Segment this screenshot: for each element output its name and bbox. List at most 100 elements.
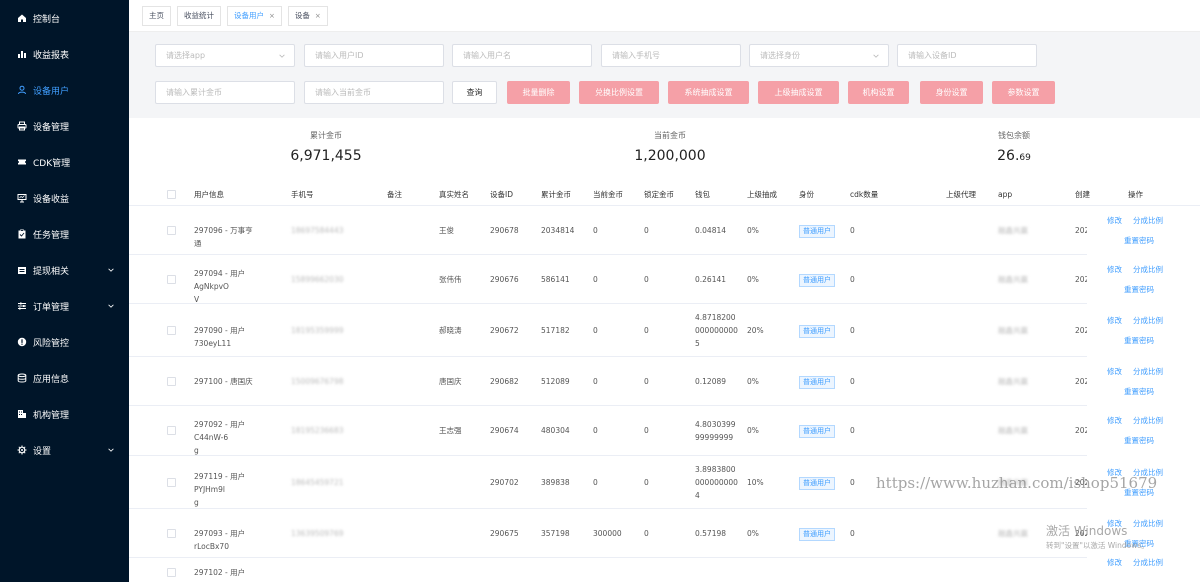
user-info: 297096 - 万事亨通 [194, 224, 256, 250]
home-icon [16, 12, 28, 24]
commission-ratio-link[interactable]: 分成比例 [1133, 214, 1163, 227]
row-actions: 修改 分成比例重置密码 [1087, 456, 1200, 509]
commission-ratio-link[interactable]: 分成比例 [1133, 517, 1163, 530]
action-button-3[interactable]: 上级抽成设置 [758, 81, 839, 104]
total-coins-input[interactable]: 请输入累计金币 [155, 81, 295, 104]
sidebar-item-label: 风险管控 [33, 338, 70, 349]
action-button-2[interactable]: 系统抽成设置 [668, 81, 749, 104]
commission-ratio-link[interactable]: 分成比例 [1133, 556, 1163, 569]
identity-cell: 普通用户 [799, 375, 835, 389]
sidebar-item-0[interactable]: 控制台 [0, 0, 129, 36]
real-name-cell: 唐国庆 [439, 376, 462, 386]
cdk-count-cell: 0 [850, 528, 855, 538]
commission-ratio-link[interactable]: 分成比例 [1133, 365, 1163, 378]
sidebar-item-10[interactable]: 应用信息 [0, 360, 129, 396]
action-button-0[interactable]: 批量删除 [507, 81, 570, 104]
sidebar-item-2[interactable]: 设备用户 [0, 72, 129, 108]
sidebar-item-4[interactable]: CDK管理 [0, 144, 129, 180]
sidebar-item-label: 收益报表 [33, 50, 70, 61]
phone-input[interactable]: 请输入手机号 [601, 44, 741, 67]
username-input[interactable]: 请输入用户名 [452, 44, 592, 67]
wallet-line: 5 [695, 339, 700, 348]
row-checkbox[interactable] [167, 225, 176, 235]
wallet-balance-dec: 69 [1019, 153, 1031, 163]
action-button-5[interactable]: 身份设置 [920, 81, 983, 104]
current-coins-cell: 0 [593, 325, 598, 335]
main-content: 主页 收益统计 设备用户 × 设备 × 请选择app 请输入用户ID 请输入用户名 请输入… [129, 0, 1200, 582]
edit-link[interactable]: 修改 [1107, 263, 1122, 276]
column-header: 上级抽成 [747, 190, 777, 199]
sidebar-item-3[interactable]: 设备管理 [0, 108, 129, 144]
close-icon[interactable]: × [269, 12, 275, 20]
sidebar-item-8[interactable]: 订单管理 [0, 288, 129, 324]
action-button-4[interactable]: 机构设置 [848, 81, 909, 104]
select-all-checkbox[interactable] [167, 190, 176, 199]
query-button[interactable]: 查询 [452, 81, 497, 104]
reset-password-link[interactable]: 重置密码 [1124, 486, 1154, 499]
cdk-count-cell: 0 [850, 376, 855, 386]
device-id-cell: 290682 [490, 376, 519, 386]
column-header: 设备ID [490, 190, 513, 199]
reset-password-link[interactable]: 重置密码 [1124, 334, 1154, 347]
identity-badge: 普通用户 [799, 476, 835, 490]
row-checkbox[interactable] [167, 568, 176, 577]
user-id-input[interactable]: 请输入用户ID [304, 44, 444, 67]
sidebar-item-7[interactable]: 提现相关 [0, 252, 129, 288]
edit-link[interactable]: 修改 [1107, 556, 1122, 569]
column-header: 当前金币 [593, 190, 623, 199]
commission-ratio-link[interactable]: 分成比例 [1133, 466, 1163, 479]
sidebar-item-1[interactable]: 收益报表 [0, 36, 129, 72]
edit-link[interactable]: 修改 [1107, 214, 1122, 227]
sidebar: 控制台收益报表设备用户 设备管理 CDK管理 设备收益 任务管理提现相关订单管理风险管控… [0, 0, 129, 582]
commission-ratio-link[interactable]: 分成比例 [1133, 263, 1163, 276]
phone-cell: 18195236683 [291, 426, 344, 435]
phone-placeholder: 请输入手机号 [612, 51, 660, 60]
row-checkbox[interactable] [167, 325, 176, 335]
action-button-6[interactable]: 参数设置 [992, 81, 1055, 104]
app-select[interactable]: 请选择app [155, 44, 295, 67]
edit-link[interactable]: 修改 [1107, 414, 1122, 427]
row-checkbox[interactable] [167, 528, 176, 538]
sidebar-item-11[interactable]: 机构管理 [0, 396, 129, 432]
sidebar-item-9[interactable]: 风险管控 [0, 324, 129, 360]
tab-3[interactable]: 设备 × [287, 5, 328, 26]
close-icon[interactable]: × [315, 12, 321, 20]
row-checkbox[interactable] [167, 426, 176, 435]
current-coins-placeholder: 请输入当前金币 [315, 88, 371, 97]
wallet-line: 0.57198 [695, 528, 727, 538]
column-header: 备注 [387, 190, 402, 199]
database-icon [16, 372, 28, 384]
reset-password-link[interactable]: 重置密码 [1124, 385, 1154, 398]
tab-0[interactable]: 主页 [142, 5, 171, 26]
filter-panel: 请选择app 请输入用户ID 请输入用户名 请输入手机号 请选择身份 请输入设备… [129, 32, 1200, 118]
reset-password-link[interactable]: 重置密码 [1124, 283, 1154, 296]
sidebar-item-6[interactable]: 任务管理 [0, 216, 129, 252]
tab-1[interactable]: 收益统计 [177, 5, 221, 26]
current-coins-cell: 0 [593, 477, 598, 487]
row-checkbox[interactable] [167, 274, 176, 284]
edit-link[interactable]: 修改 [1107, 365, 1122, 378]
device-id-input[interactable]: 请输入设备ID [897, 44, 1037, 67]
user-info: 297119 - 用户PYJHm9l g [194, 470, 256, 509]
edit-link[interactable]: 修改 [1107, 314, 1122, 327]
user-icon [16, 84, 28, 96]
current-coins-input[interactable]: 请输入当前金币 [304, 81, 444, 104]
action-button-1[interactable]: 兑换比例设置 [579, 81, 659, 104]
sidebar-item-5[interactable]: 设备收益 [0, 180, 129, 216]
table-row: 297100 - 唐国庆 15009676798 唐国庆 290682 512089 0 0… [129, 357, 1200, 406]
column-header: 累计金币 [541, 190, 571, 199]
commission-rate-cell: 0% [747, 376, 759, 386]
tab-2[interactable]: 设备用户 × [227, 5, 282, 26]
reset-password-link[interactable]: 重置密码 [1124, 234, 1154, 247]
identity-select[interactable]: 请选择身份 [749, 44, 889, 67]
reset-password-link[interactable]: 重置密码 [1124, 434, 1154, 447]
commission-ratio-link[interactable]: 分成比例 [1133, 314, 1163, 327]
sidebar-item-12[interactable]: 设置 [0, 432, 129, 468]
row-checkbox[interactable] [167, 477, 176, 487]
current-coins-value: 1,200,000 [634, 148, 706, 164]
edit-link[interactable]: 修改 [1107, 466, 1122, 479]
sidebar-item-label: 提现相关 [33, 266, 70, 277]
table-row: 297096 - 万事亨通 18697584443 王俊 290678 2034814 0… [129, 206, 1200, 255]
commission-ratio-link[interactable]: 分成比例 [1133, 414, 1163, 427]
row-checkbox[interactable] [167, 376, 176, 386]
